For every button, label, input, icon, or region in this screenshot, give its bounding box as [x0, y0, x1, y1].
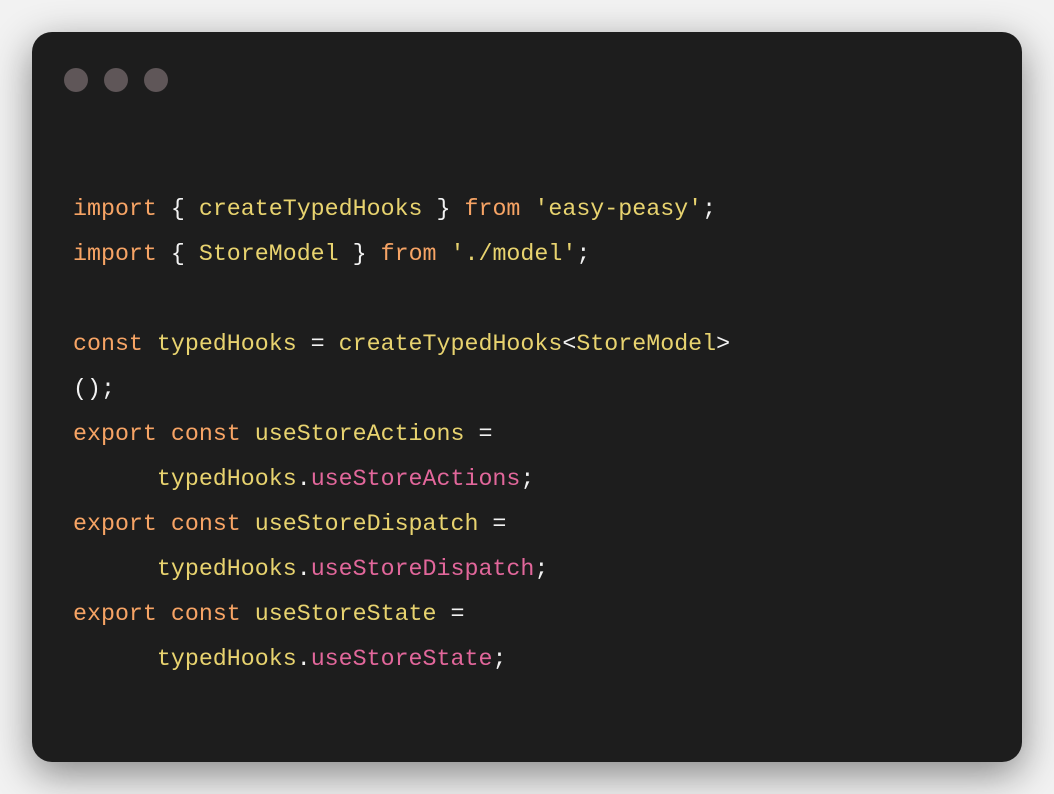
code-token-punc [73, 556, 157, 582]
code-token-punc: = [464, 421, 493, 447]
code-token-id: createTypedHooks [198, 196, 423, 222]
maximize-dot-icon[interactable] [144, 68, 168, 92]
code-token-punc [157, 601, 171, 627]
code-token-punc: { [156, 196, 199, 222]
code-token-id: useStoreDispatch [254, 511, 479, 537]
code-token-punc: = [436, 601, 465, 627]
code-token-id: typedHooks [156, 556, 297, 582]
code-token-punc: ; [520, 466, 535, 492]
code-token-kw: const [170, 601, 241, 627]
code-token-punc [143, 331, 157, 357]
code-line: typedHooks.useStoreState; [73, 637, 730, 682]
code-line: import { createTypedHooks } from 'easy-p… [73, 187, 730, 232]
code-token-str: 'easy-peasy' [534, 196, 703, 222]
code-line: typedHooks.useStoreDispatch; [73, 547, 730, 592]
code-token-punc [73, 466, 157, 492]
code-token-kw: from [464, 196, 521, 222]
code-line: typedHooks.useStoreActions; [73, 457, 730, 502]
code-token-punc: { [156, 241, 199, 267]
code-token-punc: } [338, 241, 381, 267]
code-token-punc [157, 511, 171, 537]
code-window: import { createTypedHooks } from 'easy-p… [32, 32, 1022, 762]
code-token-punc: } [422, 196, 465, 222]
code-token-punc [520, 196, 534, 222]
code-token-id: StoreModel [198, 241, 339, 267]
code-token-punc: = [296, 331, 339, 357]
close-dot-icon[interactable] [64, 68, 88, 92]
code-token-kw: export [73, 601, 157, 627]
code-token-punc: < [562, 331, 577, 357]
code-token-punc: . [296, 646, 311, 672]
code-token-punc: > [716, 331, 731, 357]
code-token-kw: export [73, 421, 157, 447]
code-token-punc: ; [534, 556, 549, 582]
code-token-punc: . [296, 556, 311, 582]
code-token-punc: ; [576, 241, 591, 267]
code-token-prop: useStoreActions [310, 466, 521, 492]
code-line: export const useStoreState = [73, 592, 730, 637]
code-token-punc: = [478, 511, 507, 537]
code-token-id: typedHooks [156, 466, 297, 492]
code-block: import { createTypedHooks } from 'easy-p… [73, 187, 730, 682]
code-token-id: typedHooks [156, 646, 297, 672]
minimize-dot-icon[interactable] [104, 68, 128, 92]
code-token-kw: import [73, 196, 157, 222]
code-line: (); [73, 367, 730, 412]
code-token-punc [157, 421, 171, 447]
code-token-prop: useStoreState [310, 646, 493, 672]
code-token-punc: ; [492, 646, 507, 672]
code-token-punc [437, 241, 451, 267]
code-token-kw: const [170, 511, 241, 537]
code-token-punc [241, 601, 255, 627]
code-token-kw: from [380, 241, 437, 267]
code-token-id: useStoreState [254, 601, 437, 627]
code-line: const typedHooks = createTypedHooks<Stor… [73, 322, 730, 367]
code-token-kw: export [73, 511, 157, 537]
code-token-kw: import [73, 241, 157, 267]
code-token-punc [241, 511, 255, 537]
code-token-id: createTypedHooks [338, 331, 563, 357]
code-line: export const useStoreDispatch = [73, 502, 730, 547]
code-token-str: './model' [450, 241, 577, 267]
code-token-kw: const [73, 331, 143, 357]
code-token-id: StoreModel [576, 331, 717, 357]
code-token-punc: (); [73, 376, 115, 402]
code-token-prop: useStoreDispatch [310, 556, 535, 582]
code-token-id: typedHooks [156, 331, 297, 357]
code-token-punc: ; [702, 196, 717, 222]
code-token-kw: const [170, 421, 241, 447]
code-token-id: useStoreActions [254, 421, 465, 447]
code-line: import { StoreModel } from './model'; [73, 232, 730, 277]
code-line: export const useStoreActions = [73, 412, 730, 457]
code-token-punc: . [296, 466, 311, 492]
code-token-punc [73, 646, 157, 672]
code-token-punc [241, 421, 255, 447]
